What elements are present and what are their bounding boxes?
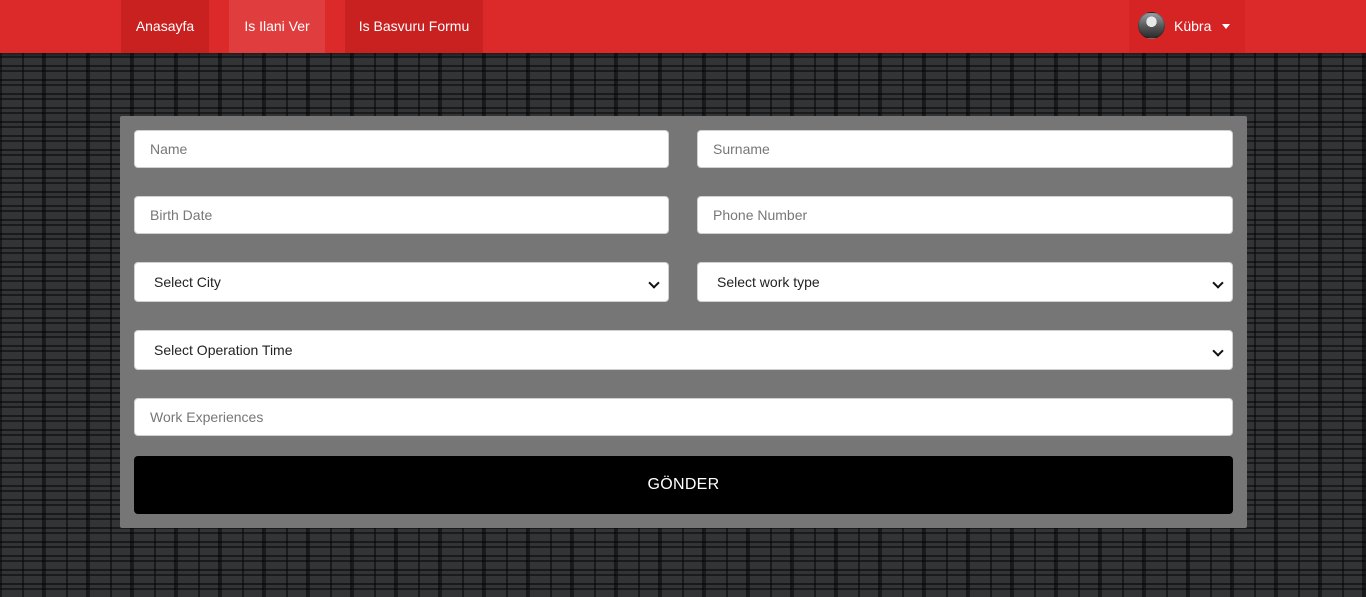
work-type-select-value: Select work type [717,274,820,290]
operation-time-select[interactable]: Select Operation Time [134,330,1233,370]
surname-input[interactable]: Surname [697,130,1233,168]
caret-down-icon [1222,24,1230,29]
chevron-down-icon [1212,277,1224,289]
operation-time-select-value: Select Operation Time [154,342,293,358]
city-select-value: Select City [154,274,221,290]
submit-button[interactable]: GÖNDER [134,456,1233,514]
chevron-down-icon [1212,345,1224,357]
application-form-panel: Name Surname Birth Date Phone Number Sel… [120,116,1247,528]
work-experiences-input[interactable]: Work Experiences [134,398,1233,436]
city-select[interactable]: Select City [134,262,669,302]
top-navbar: Anasayfa Is Ilani Ver Is Basvuru Formu K… [0,0,1366,53]
nav-item-home[interactable]: Anasayfa [121,0,209,53]
name-input[interactable]: Name [134,130,669,168]
nav-item-application-form[interactable]: Is Basvuru Formu [345,0,483,53]
birth-date-input[interactable]: Birth Date [134,196,669,234]
user-name: Kübra [1174,18,1212,34]
work-type-select[interactable]: Select work type [697,262,1233,302]
user-menu[interactable]: Kübra [1129,0,1245,53]
nav-item-post-job[interactable]: Is Ilani Ver [229,0,325,53]
chevron-down-icon [648,277,660,289]
avatar [1138,12,1165,39]
phone-number-input[interactable]: Phone Number [697,196,1233,234]
